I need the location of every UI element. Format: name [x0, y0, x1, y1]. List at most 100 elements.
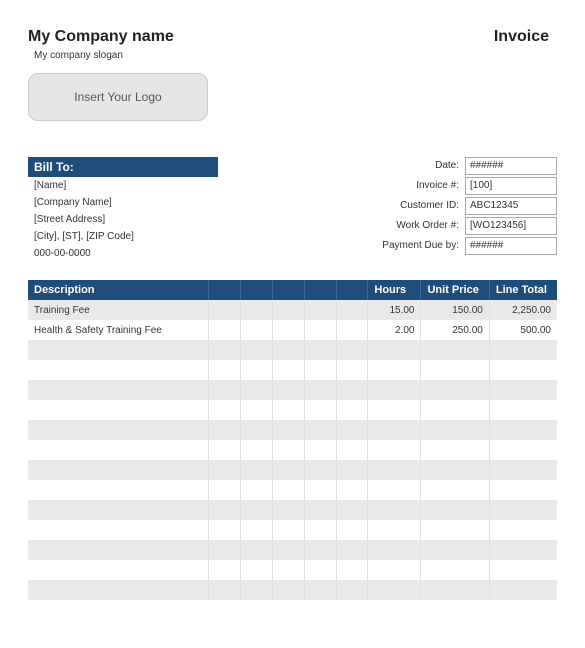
cell-gap[interactable]: [209, 400, 241, 420]
cell-unit-price[interactable]: [421, 560, 489, 580]
cell-gap[interactable]: [209, 500, 241, 520]
cell-description[interactable]: [28, 400, 209, 420]
cell-line-total[interactable]: [489, 560, 557, 580]
cell-description[interactable]: [28, 380, 209, 400]
cell-description[interactable]: [28, 420, 209, 440]
value-work-order[interactable]: [WO123456]: [465, 217, 557, 235]
cell-gap[interactable]: [304, 460, 336, 480]
cell-gap[interactable]: [336, 520, 368, 540]
cell-gap[interactable]: [272, 420, 304, 440]
cell-hours[interactable]: [368, 540, 421, 560]
cell-line-total[interactable]: [489, 580, 557, 600]
cell-description[interactable]: [28, 560, 209, 580]
cell-gap[interactable]: [336, 420, 368, 440]
cell-unit-price[interactable]: [421, 540, 489, 560]
cell-gap[interactable]: [272, 380, 304, 400]
cell-unit-price[interactable]: 150.00: [421, 300, 489, 320]
cell-gap[interactable]: [209, 440, 241, 460]
cell-line-total[interactable]: 2,250.00: [489, 300, 557, 320]
cell-description[interactable]: [28, 500, 209, 520]
cell-hours[interactable]: [368, 440, 421, 460]
cell-hours[interactable]: [368, 580, 421, 600]
cell-line-total[interactable]: [489, 480, 557, 500]
cell-line-total[interactable]: [489, 540, 557, 560]
value-payment-due[interactable]: ######: [465, 237, 557, 255]
cell-gap[interactable]: [240, 460, 272, 480]
cell-gap[interactable]: [240, 580, 272, 600]
cell-gap[interactable]: [209, 520, 241, 540]
cell-gap[interactable]: [272, 560, 304, 580]
cell-gap[interactable]: [336, 300, 368, 320]
cell-line-total[interactable]: [489, 340, 557, 360]
cell-gap[interactable]: [272, 440, 304, 460]
cell-description[interactable]: [28, 580, 209, 600]
cell-gap[interactable]: [304, 580, 336, 600]
value-customer-id[interactable]: ABC12345: [465, 197, 557, 215]
cell-line-total[interactable]: [489, 360, 557, 380]
cell-gap[interactable]: [336, 380, 368, 400]
cell-unit-price[interactable]: [421, 420, 489, 440]
cell-gap[interactable]: [272, 460, 304, 480]
cell-gap[interactable]: [240, 320, 272, 340]
cell-unit-price[interactable]: 250.00: [421, 320, 489, 340]
cell-gap[interactable]: [209, 300, 241, 320]
cell-gap[interactable]: [336, 580, 368, 600]
cell-hours[interactable]: [368, 380, 421, 400]
cell-gap[interactable]: [209, 320, 241, 340]
cell-gap[interactable]: [209, 560, 241, 580]
cell-hours[interactable]: [368, 500, 421, 520]
cell-gap[interactable]: [240, 420, 272, 440]
cell-gap[interactable]: [209, 460, 241, 480]
cell-hours[interactable]: [368, 560, 421, 580]
cell-description[interactable]: [28, 340, 209, 360]
cell-gap[interactable]: [304, 420, 336, 440]
cell-description[interactable]: Training Fee: [28, 300, 209, 320]
cell-gap[interactable]: [336, 320, 368, 340]
cell-gap[interactable]: [240, 300, 272, 320]
cell-gap[interactable]: [240, 500, 272, 520]
cell-unit-price[interactable]: [421, 460, 489, 480]
cell-gap[interactable]: [240, 400, 272, 420]
cell-description[interactable]: [28, 520, 209, 540]
cell-gap[interactable]: [304, 340, 336, 360]
cell-gap[interactable]: [240, 540, 272, 560]
cell-unit-price[interactable]: [421, 520, 489, 540]
cell-description[interactable]: Health & Safety Training Fee: [28, 320, 209, 340]
cell-gap[interactable]: [336, 440, 368, 460]
cell-hours[interactable]: [368, 360, 421, 380]
cell-gap[interactable]: [272, 520, 304, 540]
cell-gap[interactable]: [304, 500, 336, 520]
cell-gap[interactable]: [209, 340, 241, 360]
cell-line-total[interactable]: [489, 400, 557, 420]
cell-gap[interactable]: [304, 400, 336, 420]
cell-line-total[interactable]: [489, 520, 557, 540]
cell-gap[interactable]: [304, 440, 336, 460]
logo-placeholder[interactable]: Insert Your Logo: [28, 73, 208, 121]
cell-description[interactable]: [28, 440, 209, 460]
cell-gap[interactable]: [240, 380, 272, 400]
cell-gap[interactable]: [336, 340, 368, 360]
cell-unit-price[interactable]: [421, 360, 489, 380]
cell-gap[interactable]: [336, 360, 368, 380]
cell-unit-price[interactable]: [421, 500, 489, 520]
cell-hours[interactable]: [368, 420, 421, 440]
cell-unit-price[interactable]: [421, 340, 489, 360]
cell-gap[interactable]: [304, 480, 336, 500]
cell-hours[interactable]: [368, 520, 421, 540]
cell-gap[interactable]: [304, 380, 336, 400]
cell-line-total[interactable]: [489, 440, 557, 460]
cell-line-total[interactable]: [489, 500, 557, 520]
cell-hours[interactable]: [368, 480, 421, 500]
cell-hours[interactable]: 15.00: [368, 300, 421, 320]
cell-description[interactable]: [28, 540, 209, 560]
cell-gap[interactable]: [304, 360, 336, 380]
cell-gap[interactable]: [240, 520, 272, 540]
cell-unit-price[interactable]: [421, 480, 489, 500]
cell-unit-price[interactable]: [421, 580, 489, 600]
cell-gap[interactable]: [336, 480, 368, 500]
cell-hours[interactable]: [368, 400, 421, 420]
cell-gap[interactable]: [304, 540, 336, 560]
cell-gap[interactable]: [272, 360, 304, 380]
cell-unit-price[interactable]: [421, 440, 489, 460]
cell-hours[interactable]: [368, 340, 421, 360]
